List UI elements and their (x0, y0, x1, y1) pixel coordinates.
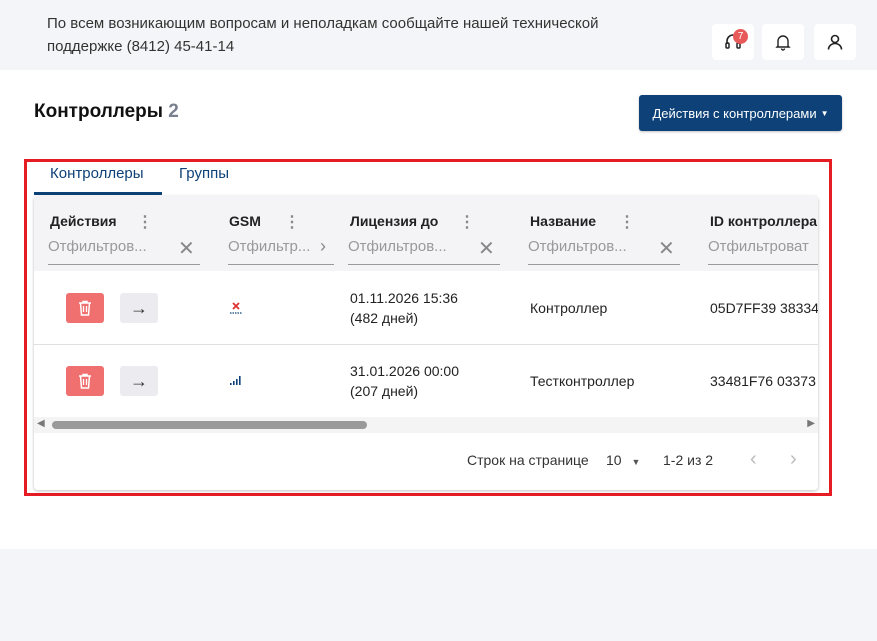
open-controller-button[interactable]: → (120, 366, 158, 396)
license-date: 31.01.2026 00:00 (350, 363, 459, 379)
controllers-table: Действия ⋮ Отфильтров... ✕ GSM ⋮ Отфильт… (34, 196, 818, 490)
filter-license[interactable]: Отфильтров... ✕ (348, 236, 500, 265)
controller-name: Тестконтроллер (530, 373, 635, 389)
column-menu-icon[interactable]: ⋮ (459, 212, 475, 232)
chevron-right-icon[interactable]: › (320, 236, 326, 257)
column-menu-icon[interactable]: ⋮ (284, 212, 300, 232)
bell-icon (775, 35, 791, 51)
column-header-id[interactable]: ID контроллера (710, 213, 817, 229)
page-title: Контроллеры 2 (34, 101, 179, 123)
rows-per-page-select[interactable]: 10 ▼ (606, 452, 640, 468)
horizontal-scrollbar[interactable]: ◀ ▶ (34, 417, 818, 433)
signal-bars-icon (230, 376, 241, 385)
caret-down-icon: ▼ (631, 457, 641, 467)
controller-name: Контроллер (530, 300, 608, 316)
controller-actions-button[interactable]: Действия с контроллерами ▼ (639, 95, 842, 131)
column-menu-icon[interactable]: ⋮ (137, 212, 153, 232)
profile-button[interactable] (814, 24, 856, 60)
no-signal-icon (230, 302, 242, 314)
delete-button[interactable] (66, 366, 104, 396)
table-header: Действия ⋮ Отфильтров... ✕ GSM ⋮ Отфильт… (34, 196, 818, 271)
trash-icon (79, 300, 91, 316)
notifications-button[interactable] (762, 24, 804, 60)
prev-page-icon[interactable]: ‹ (750, 448, 757, 471)
page-title-text: Контроллеры (34, 101, 164, 122)
controller-id: 05D7FF39 38334 (710, 300, 818, 316)
table-row: → 01.11.2026 15:36 (482 дней) Контроллер… (34, 272, 818, 345)
column-menu-icon[interactable]: ⋮ (619, 212, 635, 232)
filter-name[interactable]: Отфильтров... ✕ (528, 236, 680, 265)
scrollbar-thumb[interactable] (52, 421, 367, 429)
clear-filter-icon[interactable]: ✕ (658, 236, 675, 261)
clear-filter-icon[interactable]: ✕ (178, 236, 195, 261)
license-days: (482 дней) (350, 310, 419, 326)
filter-gsm-placeholder: Отфильтр... (228, 238, 311, 255)
scroll-right-icon[interactable]: ▶ (807, 418, 815, 429)
tab-groups[interactable]: Группы (179, 165, 229, 182)
filter-id[interactable]: Отфильтроват (708, 236, 818, 265)
clear-filter-icon[interactable]: ✕ (478, 236, 495, 261)
pagination-range: 1-2 из 2 (663, 452, 714, 468)
controllers-count: 2 (168, 101, 179, 122)
filter-actions[interactable]: Отфильтров... ✕ (48, 236, 200, 265)
trash-icon (79, 373, 91, 389)
filter-license-placeholder: Отфильтров... (348, 238, 447, 255)
arrow-right-icon: → (130, 297, 148, 318)
active-tab-indicator (34, 192, 162, 195)
table-row: → 31.01.2026 00:00 (207 дней) Тестконтро… (34, 345, 818, 418)
controller-id: 33481F76 03373 (710, 373, 816, 389)
scroll-left-icon[interactable]: ◀ (37, 418, 45, 429)
license-days: (207 дней) (350, 383, 419, 399)
filter-name-placeholder: Отфильтров... (528, 238, 627, 255)
filter-gsm[interactable]: Отфильтр... › (228, 236, 334, 265)
tab-controllers[interactable]: Контроллеры (50, 165, 144, 182)
top-bar: По всем возникающим вопросам и неполадка… (0, 0, 877, 70)
column-header-name[interactable]: Название (530, 213, 596, 229)
controller-actions-label: Действия с контроллерами (652, 105, 817, 121)
next-page-icon[interactable]: › (790, 448, 797, 471)
filter-id-placeholder: Отфильтроват (708, 238, 809, 255)
support-message: По всем возникающим вопросам и неполадка… (47, 15, 599, 55)
license-date: 01.11.2026 15:36 (350, 290, 458, 306)
support-button[interactable]: 7 (712, 24, 754, 60)
user-icon (827, 34, 843, 50)
arrow-right-icon: → (130, 370, 148, 391)
filter-actions-placeholder: Отфильтров... (48, 238, 147, 255)
column-header-license[interactable]: Лицензия до (350, 213, 438, 229)
rows-per-page-value: 10 (606, 452, 622, 468)
delete-button[interactable] (66, 293, 104, 323)
column-header-gsm[interactable]: GSM (229, 213, 261, 229)
open-controller-button[interactable]: → (120, 293, 158, 323)
rows-per-page-label: Строк на странице (467, 452, 589, 468)
caret-down-icon: ▼ (820, 108, 829, 118)
column-header-actions[interactable]: Действия (50, 213, 117, 229)
support-badge: 7 (733, 29, 748, 44)
